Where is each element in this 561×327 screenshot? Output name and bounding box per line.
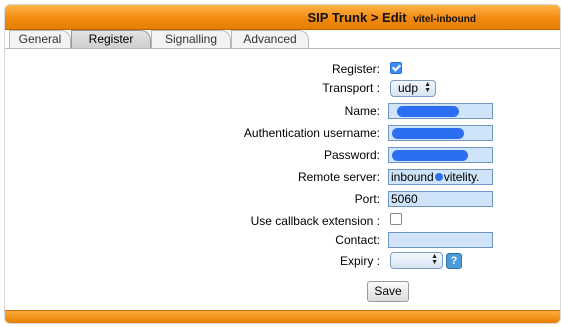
select-arrows-icon: ▲ ▼ [424, 81, 431, 94]
transport-value: udp [398, 81, 419, 95]
help-icon[interactable]: ? [446, 253, 462, 269]
title-bar: SIP Trunk > Edit vitel-inbound [5, 5, 560, 30]
page-title: SIP Trunk > Edit vitel-inbound [308, 10, 477, 25]
remote-server-prefix: inbound [391, 170, 434, 184]
register-label: Register: [331, 62, 380, 76]
remote-server-field[interactable]: inbound vitelity. [388, 169, 493, 185]
auth-username-label: Authentication username: [243, 126, 380, 140]
contact-field[interactable] [388, 232, 493, 248]
register-checkbox[interactable] [390, 62, 402, 74]
expiry-label: Expiry : [339, 254, 380, 268]
footer-bar [5, 310, 560, 323]
tab-bar: General Register Signalling Advanced [5, 30, 560, 48]
password-label: Password: [323, 148, 380, 162]
tab-advanced[interactable]: Advanced [231, 30, 309, 48]
tab-general[interactable]: General [9, 30, 71, 48]
redaction-mark [392, 150, 468, 161]
sip-trunk-window: SIP Trunk > Edit vitel-inbound General R… [4, 4, 561, 324]
trunk-name: vitel-inbound [413, 14, 476, 25]
name-label: Name: [344, 104, 380, 118]
select-arrows-icon: ▲ ▼ [431, 253, 438, 266]
remote-server-suffix: vitelity. [443, 170, 480, 184]
port-label: Port: [354, 192, 380, 206]
redaction-mark [434, 173, 443, 181]
redaction-mark [392, 128, 464, 139]
remote-server-label: Remote server: [297, 170, 380, 184]
save-button[interactable]: Save [367, 281, 409, 302]
redaction-mark [397, 106, 459, 117]
expiry-select[interactable]: ▲ ▼ [390, 252, 443, 269]
auth-username-field[interactable] [388, 125, 493, 141]
callback-label: Use callback extension : [250, 214, 380, 228]
port-field[interactable]: 5060 [388, 191, 493, 207]
name-field[interactable] [388, 103, 493, 119]
tab-signalling[interactable]: Signalling [151, 30, 231, 48]
contact-label: Contact: [335, 233, 380, 247]
tab-divider [5, 48, 560, 49]
password-field[interactable] [388, 147, 493, 163]
page-title-text: SIP Trunk > Edit [307, 10, 407, 25]
callback-checkbox[interactable] [390, 213, 402, 225]
tab-register[interactable]: Register [71, 30, 151, 48]
transport-label: Transport : [322, 81, 380, 95]
transport-select[interactable]: udp ▲ ▼ [390, 80, 436, 97]
